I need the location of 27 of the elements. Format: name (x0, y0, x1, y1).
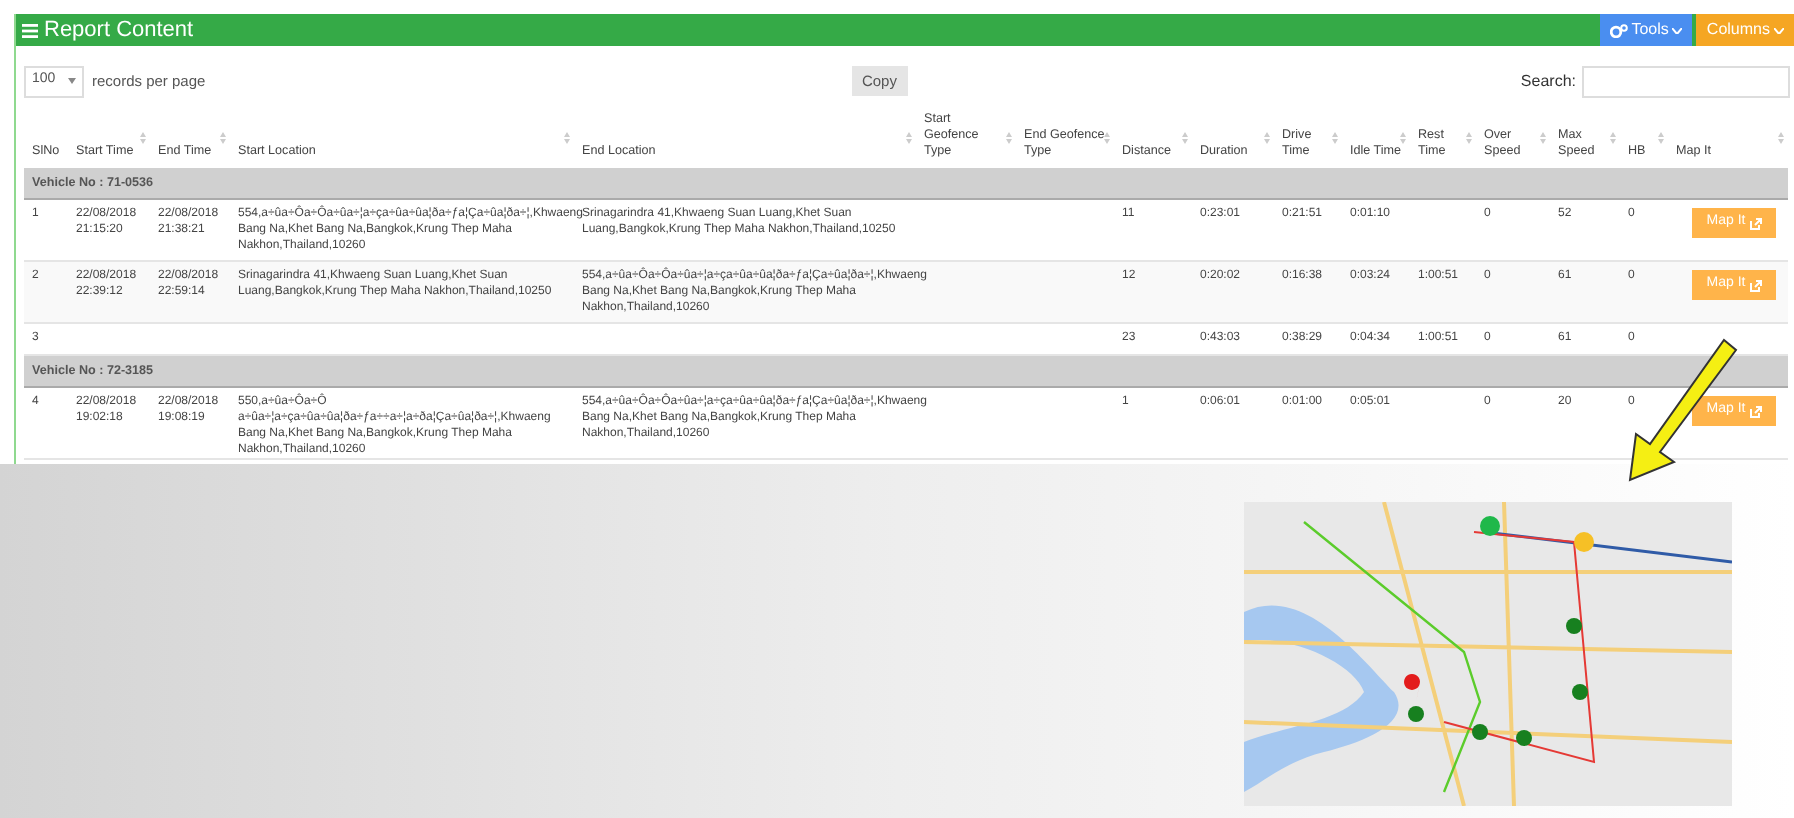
sort-icon (1610, 132, 1616, 144)
sort-icon (1778, 132, 1784, 144)
arrow-icon (1624, 336, 1740, 484)
sort-icon (906, 132, 912, 144)
chevron-icon (1672, 27, 1683, 33)
sort-icon (1264, 132, 1270, 144)
sort-icon (1658, 132, 1664, 144)
external-link-icon (1749, 279, 1762, 292)
external-link-icon (1749, 217, 1762, 230)
sort-icon (1182, 132, 1188, 144)
gears-icon (1609, 23, 1628, 37)
menu-icon (22, 23, 38, 37)
chevron-icon (1774, 27, 1784, 33)
panel-title: Report Content (44, 15, 194, 46)
sort-icon (1332, 132, 1338, 144)
caret-icon (68, 78, 76, 84)
sort-icon (1006, 132, 1012, 144)
sort-icon (140, 132, 146, 144)
sort-icon (220, 132, 226, 144)
sort-icon (1400, 132, 1406, 144)
external-link-icon (1749, 405, 1762, 418)
sort-icon (564, 132, 570, 144)
sort-icon (1466, 132, 1472, 144)
sort-icon (1540, 132, 1546, 144)
search-field[interactable] (1582, 65, 1790, 97)
sort-icon (1104, 132, 1110, 144)
search-label: Search: (1520, 69, 1576, 93)
